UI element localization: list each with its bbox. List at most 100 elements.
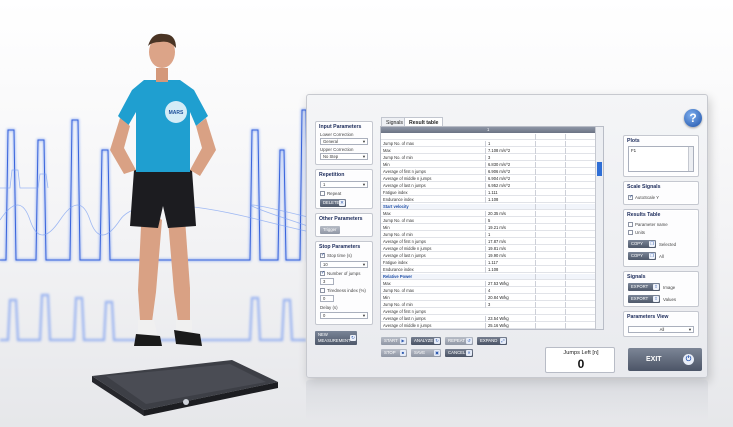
table-cell-empty bbox=[565, 323, 595, 329]
table-row[interactable]: Min 19.21 m/s bbox=[381, 225, 595, 231]
table-row[interactable]: Average of first n jumps 17.87 m/s bbox=[381, 239, 595, 245]
export-image-button[interactable]: EXPORT ⇪ bbox=[628, 283, 660, 291]
table-cell-empty bbox=[535, 281, 563, 287]
table-row[interactable]: Fatigue index 1.111 bbox=[381, 190, 595, 196]
table-cell-parameter: Endurance index bbox=[383, 267, 414, 272]
help-button[interactable]: ? bbox=[684, 109, 702, 127]
jumps-left-label: Jumps Left [n] bbox=[563, 350, 599, 356]
table-cell-empty bbox=[565, 211, 595, 217]
parameter-name-label: Parameter name bbox=[635, 222, 668, 227]
table-cell-parameter: Average of first n jumps bbox=[383, 239, 426, 244]
lower-correction-select[interactable]: General ▼ bbox=[320, 138, 368, 145]
table-row[interactable]: Endurance index 1.108 bbox=[381, 267, 595, 273]
force-plate bbox=[92, 360, 278, 416]
parameter-name-checkbox[interactable] bbox=[628, 222, 633, 227]
analyze-button[interactable]: ANALYZE ↻ bbox=[411, 337, 441, 345]
table-row[interactable]: Average of middle n jumps 6.904 m/s^2 bbox=[381, 176, 595, 182]
delete-button[interactable]: DELETE ✕ bbox=[320, 199, 346, 207]
table-cell-value: 3 bbox=[485, 302, 533, 308]
table-row[interactable]: Max 27.53 W/kg bbox=[381, 281, 595, 287]
tiredness-input[interactable]: 0 bbox=[320, 295, 334, 302]
table-cell-empty bbox=[565, 309, 595, 315]
table-row[interactable]: Jump No. of min 3 bbox=[381, 155, 595, 161]
save-button[interactable]: SAVE ▣ bbox=[411, 349, 441, 357]
table-cell-parameter: Average of middle n jumps bbox=[383, 323, 432, 328]
repetition-count-select[interactable]: 1 ▼ bbox=[320, 181, 368, 188]
table-cell-value: 1.108 bbox=[485, 197, 533, 203]
tiredness-checkbox[interactable] bbox=[320, 288, 325, 293]
table-row[interactable]: Average of first n jumps 6.906 m/s^2 bbox=[381, 169, 595, 175]
table-row[interactable]: Fatigue index 1.117 bbox=[381, 260, 595, 266]
copy-selected-button[interactable]: COPY ❐ bbox=[628, 240, 656, 248]
trigger-button[interactable]: Trigger bbox=[320, 226, 340, 234]
number-of-jumps-checkbox[interactable] bbox=[320, 270, 325, 276]
parameters-view-select[interactable]: All ▼ bbox=[628, 326, 694, 333]
start-button[interactable]: START ▶ bbox=[381, 337, 407, 345]
table-cell-parameter: Max bbox=[383, 281, 391, 286]
analyze-button-label: ANALYZE bbox=[414, 338, 434, 343]
table-row[interactable]: Jump No. of min 1 bbox=[381, 232, 595, 238]
stop-button[interactable]: STOP ■ bbox=[381, 349, 407, 357]
table-row[interactable]: Max 7.108 m/s^2 bbox=[381, 148, 595, 154]
table-row[interactable]: Average of last n jumps 23.54 W/kg bbox=[381, 316, 595, 322]
table-cell-value: 6.906 m/s^2 bbox=[485, 169, 533, 175]
save-button-label: SAVE bbox=[414, 350, 426, 355]
chevron-down-icon: ▼ bbox=[362, 182, 366, 187]
table-cell-empty bbox=[565, 148, 595, 154]
table-cell-value: 1 bbox=[485, 141, 533, 147]
table-row[interactable]: Endurance index 1.108 bbox=[381, 197, 595, 203]
result-table-grid[interactable]: 1 Jump No. of max 1 Max 7.108 m/s^2 Jump No.… bbox=[380, 126, 604, 330]
table-row[interactable]: Average of middle n jumps 19.81 m/s bbox=[381, 246, 595, 252]
table-cell-parameter: Average of last n jumps bbox=[383, 253, 426, 258]
units-checkbox[interactable] bbox=[628, 230, 633, 235]
analyze-icon: ↻ bbox=[434, 338, 440, 344]
table-cell-empty bbox=[535, 267, 563, 273]
plots-scrollbar[interactable] bbox=[688, 147, 693, 171]
table-cell-parameter: Jump No. of max bbox=[383, 288, 414, 293]
repeat-checkbox[interactable] bbox=[320, 191, 325, 196]
table-cell-parameter: Average of first n jumps bbox=[383, 309, 426, 314]
table-row[interactable]: Jump No. of min 3 bbox=[381, 302, 595, 308]
table-row[interactable]: Min 20.84 W/kg bbox=[381, 295, 595, 301]
table-row[interactable]: Jump No. of max 4 bbox=[381, 288, 595, 294]
result-table-scrollbar[interactable] bbox=[595, 127, 603, 329]
delay-label: Delay (s) bbox=[320, 305, 338, 310]
table-row[interactable]: Average of last n jumps 6.952 m/s^2 bbox=[381, 183, 595, 189]
cancel-button[interactable]: CANCEL ✕ bbox=[445, 349, 473, 357]
exit-button[interactable]: EXIT ⏻ bbox=[628, 348, 702, 371]
autoscale-checkbox[interactable] bbox=[628, 194, 633, 200]
expand-button[interactable]: EXPAND ⤢ bbox=[477, 337, 507, 345]
plots-list-item[interactable]: F1 bbox=[631, 148, 636, 153]
lower-correction-value: General bbox=[323, 139, 338, 144]
table-cell-empty bbox=[535, 316, 563, 322]
shirt-logo-text: MARS bbox=[169, 110, 184, 116]
upper-correction-select[interactable]: No Step ▼ bbox=[320, 153, 368, 160]
table-row[interactable]: Average of last n jumps 19.90 m/s bbox=[381, 253, 595, 259]
table-cell-empty bbox=[535, 162, 563, 168]
repeat-button[interactable]: REPEAT ↺ bbox=[445, 337, 473, 345]
table-cell-empty bbox=[565, 197, 595, 203]
stop-time-checkbox[interactable] bbox=[320, 252, 325, 258]
stop-time-input[interactable]: 10 ▼ bbox=[320, 261, 368, 268]
table-row[interactable] bbox=[381, 134, 595, 140]
table-row[interactable]: Start velocity bbox=[381, 204, 595, 210]
new-measurement-button[interactable]: NEW MEASUREMENT ↻ bbox=[315, 331, 357, 345]
table-row[interactable]: Average of middle n jumps 25.16 W/kg bbox=[381, 323, 595, 329]
table-row[interactable]: Average of first n jumps bbox=[381, 309, 595, 315]
table-row[interactable]: Jump No. of max 1 bbox=[381, 141, 595, 147]
plots-list[interactable]: F1 bbox=[628, 146, 694, 172]
table-row[interactable]: Relative Power bbox=[381, 274, 595, 280]
table-row[interactable]: Max 20.35 m/s bbox=[381, 211, 595, 217]
number-of-jumps-input[interactable]: 3 bbox=[320, 278, 334, 285]
table-cell-empty bbox=[565, 162, 595, 168]
table-row[interactable]: Min 6.830 m/s^2 bbox=[381, 162, 595, 168]
values-label: Values bbox=[663, 297, 677, 302]
table-row[interactable]: Jump No. of max 5 bbox=[381, 218, 595, 224]
export-values-button[interactable]: EXPORT ⇪ bbox=[628, 295, 660, 303]
result-table-scroll-thumb[interactable] bbox=[597, 162, 602, 176]
scale-signals-panel: Scale Signals AutoScale Y bbox=[623, 181, 699, 205]
export-values-button-label: EXPORT bbox=[631, 296, 649, 301]
copy-all-button[interactable]: COPY ❐ bbox=[628, 252, 656, 260]
plots-panel: Plots F1 bbox=[623, 135, 699, 177]
delay-input[interactable]: 0 ▼ bbox=[320, 312, 368, 319]
